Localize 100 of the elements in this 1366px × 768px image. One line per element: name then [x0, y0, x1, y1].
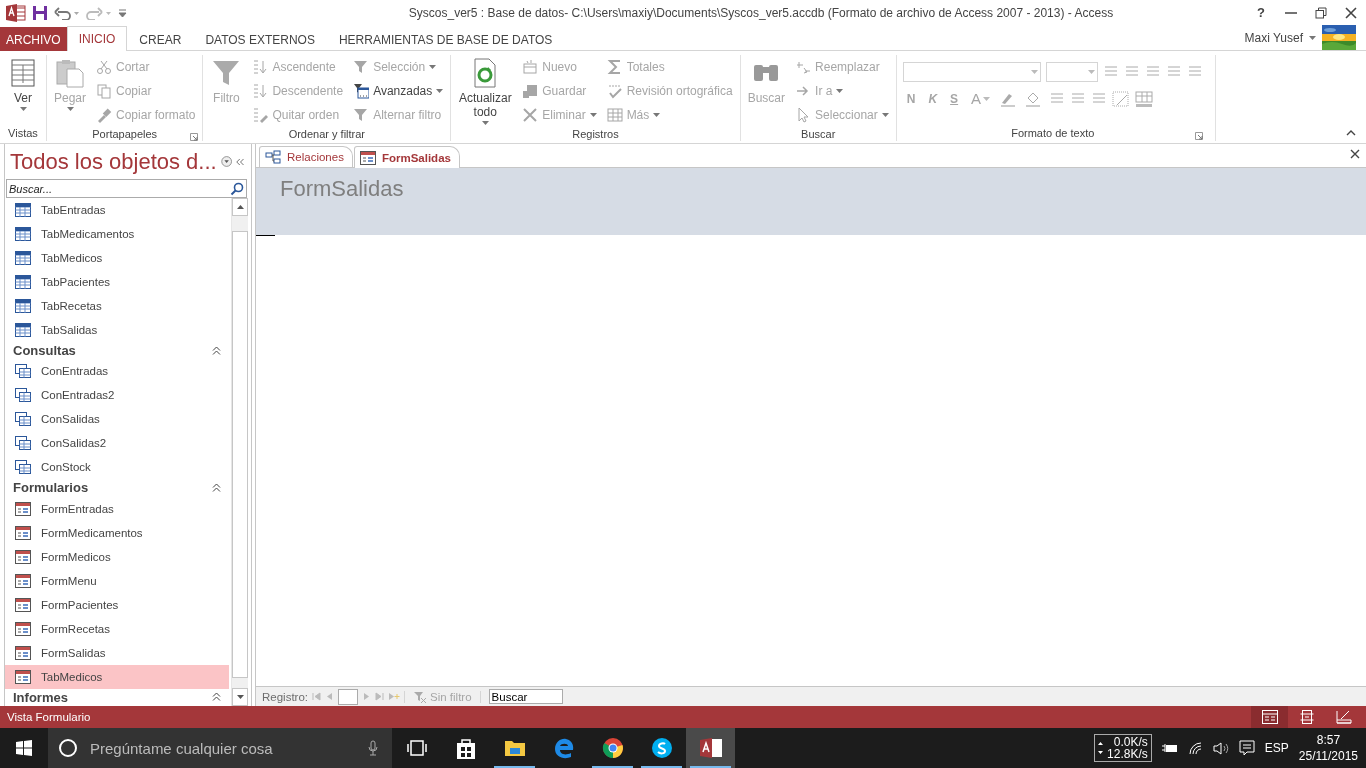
form-icon	[15, 549, 31, 564]
taskbar-app[interactable]	[686, 728, 735, 768]
nav-item[interactable]: FormMedicos	[5, 544, 229, 569]
file-tab[interactable]: ARCHIVO	[0, 27, 67, 51]
group-label: Buscar	[801, 127, 836, 140]
nav-item[interactable]: FormPacientes	[5, 592, 229, 617]
nav-item[interactable]: TabPacientes	[5, 270, 229, 294]
gridlines-icon	[1112, 90, 1131, 107]
search-bar[interactable]: Pregúntame cualquier cosa	[48, 728, 392, 768]
togglefilter-icon	[353, 106, 370, 123]
upload-speed: 0.0K/s	[1113, 736, 1148, 748]
table-icon	[15, 275, 31, 289]
dialog-launcher-icon	[190, 133, 199, 141]
search-icon	[230, 181, 244, 196]
wifi-icon	[1187, 741, 1203, 755]
form-view-icon	[1261, 710, 1278, 724]
document-tab[interactable]: FormSalidas	[353, 146, 460, 168]
table-icon	[15, 203, 31, 217]
filter-off-icon	[413, 690, 428, 703]
form-icon	[15, 669, 31, 684]
record-number-field[interactable]	[338, 688, 359, 705]
scrollbar[interactable]	[231, 198, 248, 706]
group-label: Formato de texto	[1011, 127, 1095, 139]
nav-item[interactable]: TabEntradas	[5, 198, 229, 222]
nav-item[interactable]: FormSalidas	[5, 640, 229, 665]
section-header[interactable]: Informes	[13, 689, 68, 705]
ribbon-button[interactable]: Ver	[4, 55, 42, 125]
nav-item[interactable]: FormEntradas	[5, 496, 229, 521]
form-icon	[15, 597, 31, 612]
new-record-icon	[388, 692, 401, 701]
filtersel-icon	[353, 58, 370, 75]
nav-item[interactable]: TabRecetas	[5, 294, 229, 318]
status-text: Vista Formulario	[7, 711, 91, 723]
nav-item[interactable]: FormRecetas	[5, 616, 229, 641]
query-icon	[15, 364, 31, 379]
undo-button[interactable]	[54, 5, 80, 20]
table-icon	[15, 299, 31, 313]
task-view-icon	[406, 740, 427, 756]
form-icon	[15, 621, 31, 636]
form-icon	[15, 501, 31, 516]
help-button[interactable]: ?	[1246, 0, 1276, 25]
delete-icon	[522, 106, 539, 123]
nav-item[interactable]: TabMedicos	[5, 246, 229, 270]
nav-item[interactable]: TabSalidas	[5, 318, 229, 342]
row-color-icon	[1135, 90, 1156, 107]
nav-item[interactable]: FormMedicamentos	[5, 520, 229, 545]
chrome-browser-icon	[601, 737, 624, 759]
form-icon	[15, 645, 31, 660]
search-field[interactable]: Buscar	[488, 689, 563, 704]
nav-item[interactable]: ConEntradas	[5, 359, 229, 384]
nav-item[interactable]: ConStock	[5, 455, 229, 480]
brush-icon	[96, 106, 113, 123]
nav-item[interactable]: TabMedicamentos	[5, 222, 229, 246]
windows-logo-icon	[16, 740, 32, 756]
section-header[interactable]: Consultas	[13, 343, 76, 359]
ribbon-button[interactable]: Actualizar todo	[455, 55, 516, 127]
group-label: Registros	[572, 128, 619, 140]
ribbon-tab[interactable]: INICIO	[66, 26, 128, 51]
ribbon-button[interactable]: Avanzadas	[350, 79, 447, 102]
search-box[interactable]: Buscar...	[6, 179, 247, 198]
ribbon-tab[interactable]: CREAR	[127, 27, 194, 51]
chevrons-icon	[212, 692, 221, 702]
close-document-button[interactable]	[1350, 149, 1360, 159]
form-title: FormSalidas	[280, 176, 404, 201]
user-name[interactable]: Maxi Yusef	[1244, 30, 1303, 45]
document-tab[interactable]: Relaciones	[259, 146, 353, 167]
nav-item[interactable]: ConEntradas2	[5, 383, 229, 408]
nav-item[interactable]: FormMenu	[5, 568, 229, 593]
customize-button[interactable]	[118, 8, 127, 17]
ribbon-tab[interactable]: HERRAMIENTAS DE BASE DE DATOS	[326, 27, 565, 51]
updown-arrows-icon	[1098, 740, 1104, 756]
notification-icon	[1238, 740, 1255, 756]
caret-icon	[429, 64, 437, 69]
ribbon-tab[interactable]: DATOS EXTERNOS	[193, 27, 327, 51]
language-indicator[interactable]: ESP	[1264, 741, 1289, 755]
database-app-icon	[6, 3, 26, 22]
collapse-pane-icon	[235, 156, 245, 167]
advanced-icon	[353, 82, 370, 99]
redo-icon	[86, 5, 112, 20]
chat-bubble-icon	[650, 737, 673, 759]
view-button[interactable]	[1251, 706, 1288, 728]
nav-item[interactable]: ConSalidas2	[5, 431, 229, 456]
record-label: Registro:	[262, 690, 309, 703]
nav-pane-title[interactable]: Todos los objetos d...	[10, 148, 217, 175]
clock[interactable]: 8:57 25/11/2015	[1298, 732, 1358, 764]
speaker-icon	[1212, 741, 1229, 755]
section-header[interactable]: Formularios	[13, 480, 89, 496]
caret-icon	[983, 96, 991, 101]
save-icon	[522, 82, 539, 99]
caret-icon	[653, 112, 661, 117]
undo-icon	[54, 5, 80, 20]
group-label: Vistas	[8, 127, 38, 139]
nav-item[interactable]: TabMedicos	[5, 664, 229, 689]
caret-icon	[881, 112, 889, 117]
form-icon	[15, 573, 31, 588]
search-field[interactable]: Buscar...	[7, 182, 230, 195]
search-field[interactable]: Pregúntame cualquier cosa	[88, 738, 358, 758]
nav-item[interactable]: ConSalidas	[5, 407, 229, 432]
relationships-icon	[265, 150, 281, 164]
close-icon	[1350, 149, 1360, 159]
